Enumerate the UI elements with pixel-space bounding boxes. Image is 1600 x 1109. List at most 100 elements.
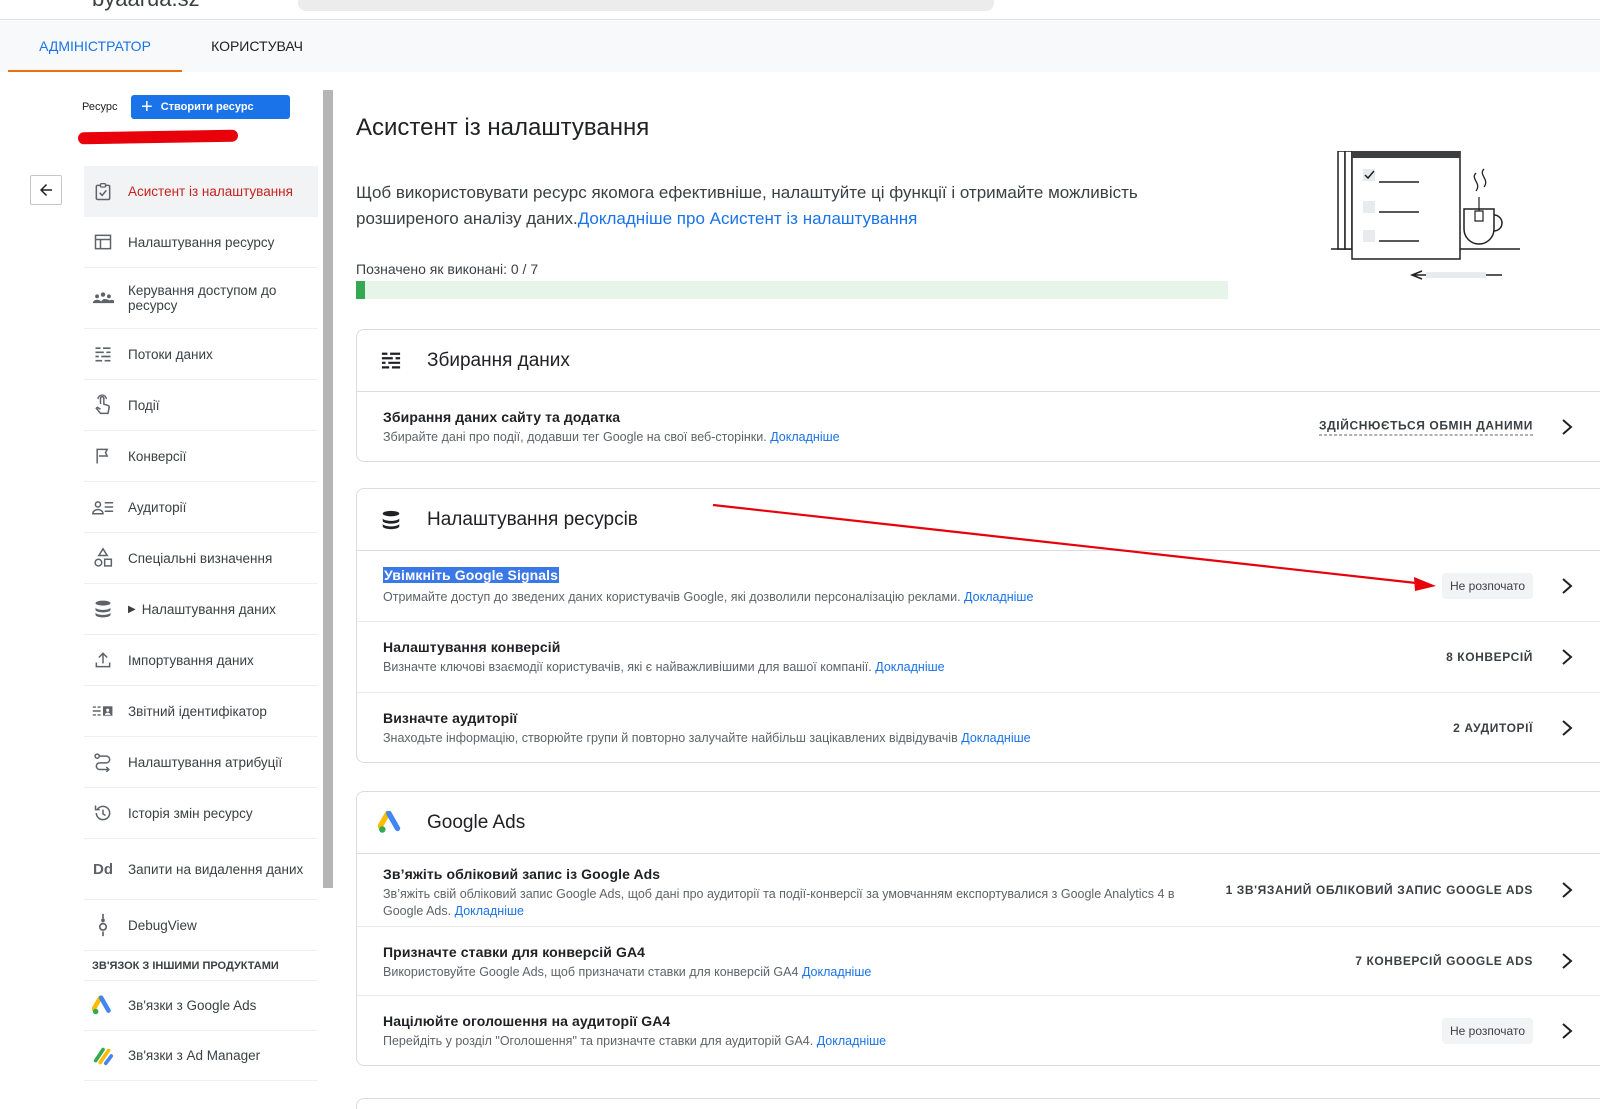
card-title: Google Ads bbox=[427, 811, 526, 833]
list-item[interactable]: Збирання даних сайту та додатка Збирайте… bbox=[357, 392, 1600, 461]
intro-text: Щоб використовувати ресурс якомога ефект… bbox=[356, 180, 1226, 232]
sidebar-item-label: Події bbox=[128, 397, 160, 413]
sidebar-item-audiences[interactable]: Аудиторії bbox=[84, 482, 318, 533]
create-resource-label: Створити ресурс bbox=[160, 101, 254, 113]
row-description-text: Перейдіть у розділ "Оголошення" та призн… bbox=[383, 1034, 814, 1048]
learn-more-link[interactable]: Докладніше bbox=[875, 660, 944, 674]
database-icon bbox=[377, 506, 405, 534]
row-description: Отримайте доступ до зведених даних корис… bbox=[383, 589, 1203, 606]
row-description-text: Збирайте дані про події, додавши тег Goo… bbox=[383, 430, 767, 444]
card-header: Збирання даних bbox=[357, 330, 1600, 392]
card-header: Налаштування ресурсів bbox=[357, 489, 1600, 551]
sidebar-item-events[interactable]: Події bbox=[84, 380, 318, 431]
sidebar-scrollbar[interactable] bbox=[323, 90, 333, 888]
sidebar-item-custom-definitions[interactable]: Спеціальні визначення bbox=[84, 533, 318, 584]
database-icon bbox=[92, 598, 114, 620]
row-description: Знаходьте інформацію, створюйте групи й … bbox=[383, 730, 1203, 747]
chevron-right-icon[interactable] bbox=[1559, 880, 1575, 900]
sidebar-item-label: Керування доступом до ресурсу bbox=[128, 283, 277, 313]
list-item[interactable]: Визначте аудиторії Знаходьте інформацію,… bbox=[357, 693, 1600, 762]
row-description-text: Визначте ключові взаємодії користувачів,… bbox=[383, 660, 872, 674]
debug-icon bbox=[92, 913, 114, 937]
sidebar-item-google-ads-links[interactable]: Зв'язки з Google Ads bbox=[84, 981, 318, 1031]
sidebar-item-label: Зв'язки з Ad Manager bbox=[128, 1048, 261, 1063]
chevron-right-icon[interactable] bbox=[1559, 417, 1575, 437]
row-description-text: Отримайте доступ до зведених даних корис… bbox=[383, 590, 961, 604]
sidebar-item-reporting-identity[interactable]: Звітний ідентифікатор bbox=[84, 686, 318, 737]
account-name[interactable]: byaarua.sz bbox=[92, 0, 200, 12]
sidebar-item-label: Історія змін ресурсу bbox=[128, 805, 253, 821]
tab-user[interactable]: КОРИСТУВАЧ bbox=[182, 21, 332, 72]
row-title: Зв’яжіть обліковий запис із Google Ads bbox=[383, 866, 661, 882]
chevron-right-icon[interactable] bbox=[1559, 1021, 1575, 1041]
sidebar-item-setup-assistant[interactable]: Асистент із налаштування bbox=[84, 166, 318, 217]
list-item[interactable]: Увімкніть Google Signals Отримайте досту… bbox=[357, 551, 1600, 622]
card-resource-settings: Налаштування ресурсів Увімкніть Google S… bbox=[356, 488, 1600, 763]
sidebar-item-access-management[interactable]: Керування доступом до ресурсу bbox=[84, 268, 318, 329]
learn-more-link[interactable]: Докладніше bbox=[964, 590, 1033, 604]
tab-admin[interactable]: АДМІНІСТРАТОР bbox=[8, 21, 182, 72]
sidebar-item-ad-manager-links[interactable]: Зв'язки з Ad Manager bbox=[84, 1031, 318, 1081]
sidebar-item-data-settings[interactable]: ▶ Налаштування даних bbox=[84, 584, 318, 635]
card-title: Налаштування ресурсів bbox=[427, 508, 638, 530]
upload-icon bbox=[92, 649, 114, 671]
card-google-ads: Google Ads Зв’яжіть обліковий запис із G… bbox=[356, 791, 1600, 1066]
search-bar[interactable] bbox=[298, 0, 994, 11]
learn-more-link[interactable]: Докладніше bbox=[817, 1034, 886, 1048]
sidebar-item-debugview[interactable]: DebugView bbox=[84, 900, 318, 951]
caret-right-icon: ▶ bbox=[128, 603, 136, 615]
list-item[interactable]: Зв’яжіть обліковий запис із Google Ads З… bbox=[357, 854, 1600, 927]
row-title: Увімкніть Google Signals bbox=[383, 567, 560, 583]
sidebar-item-change-history[interactable]: Історія змін ресурсу bbox=[84, 788, 318, 839]
ad-manager-icon bbox=[92, 1045, 114, 1067]
list-item[interactable]: Націлюйте оголошення на аудиторії GA4 Пе… bbox=[357, 996, 1600, 1065]
progress-label: Позначено як виконані: 0 / 7 bbox=[356, 261, 539, 277]
tab-bar: АДМІНІСТРАТОР КОРИСТУВАЧ bbox=[0, 21, 1600, 72]
chevron-right-icon[interactable] bbox=[1559, 951, 1575, 971]
status-badge: Не розпочато bbox=[1442, 1017, 1533, 1044]
sidebar-item-label: Звітний ідентифікатор bbox=[128, 703, 267, 719]
page-title: Асистент із налаштування bbox=[356, 114, 650, 141]
status-badge: 1 ЗВ'ЯЗАНИЙ ОБЛІКОВИЙ ЗАПИС GOOGLE ADS bbox=[1225, 883, 1533, 897]
sidebar-item-label: Налаштування атрибуції bbox=[128, 754, 283, 770]
resource-label: Ресурс bbox=[82, 101, 118, 113]
row-description-text: Використовуйте Google Ads, щоб призначат… bbox=[383, 965, 799, 979]
sidebar-item-label: Конверсії bbox=[128, 448, 187, 464]
row-title: Націлюйте оголошення на аудиторії GA4 bbox=[383, 1013, 671, 1029]
learn-more-link[interactable]: Докладніше bbox=[770, 430, 839, 444]
intro-learn-more-link[interactable]: Докладніше про Асистент із налаштування bbox=[578, 209, 918, 228]
back-button[interactable] bbox=[30, 175, 62, 205]
list-item[interactable]: Налаштування конверсій Визначте ключові … bbox=[357, 622, 1600, 693]
chevron-right-icon[interactable] bbox=[1559, 718, 1575, 738]
row-description: Перейдіть у розділ "Оголошення" та призн… bbox=[383, 1033, 1203, 1050]
row-description: Визначте ключові взаємодії користувачів,… bbox=[383, 659, 1203, 676]
sidebar-item-resource-settings[interactable]: Налаштування ресурсу bbox=[84, 217, 318, 268]
streams-icon bbox=[377, 347, 405, 375]
row-title: Визначте аудиторії bbox=[383, 710, 518, 726]
sidebar-item-label: Запити на видалення даних bbox=[128, 861, 304, 877]
sidebar-item-attribution-settings[interactable]: Налаштування атрибуції bbox=[84, 737, 318, 788]
row-description-text: Знаходьте інформацію, створюйте групи й … bbox=[383, 731, 958, 745]
status-badge[interactable]: ЗДІЙСНЮЄТЬСЯ ОБМІН ДАНИМИ bbox=[1319, 418, 1533, 435]
create-resource-button[interactable]: + Створити ресурс bbox=[131, 95, 290, 119]
row-description: Збирайте дані про події, додавши тег Goo… bbox=[383, 429, 1203, 446]
chevron-right-icon[interactable] bbox=[1559, 647, 1575, 667]
chevron-right-icon[interactable] bbox=[1559, 576, 1575, 596]
sidebar-item-data-streams[interactable]: Потоки даних bbox=[84, 329, 318, 380]
streams-icon bbox=[92, 343, 114, 365]
sidebar-item-label: Налаштування ресурсу bbox=[128, 234, 275, 250]
history-icon bbox=[92, 802, 114, 824]
learn-more-link[interactable]: Докладніше bbox=[961, 731, 1030, 745]
learn-more-link[interactable]: Докладніше bbox=[802, 965, 871, 979]
sidebar-item-data-deletion[interactable]: Dd Запити на видалення даних bbox=[84, 839, 318, 900]
sidebar-item-data-import[interactable]: Імпортування даних bbox=[84, 635, 318, 686]
row-description: Зв’яжіть свій обліковий запис Google Ads… bbox=[383, 886, 1203, 920]
checklist-icon bbox=[92, 181, 114, 203]
status-badge: Не розпочато bbox=[1442, 573, 1533, 599]
section-heading-product-links: ЗВ'ЯЗОК З ІНШИМИ ПРОДУКТАМИ bbox=[84, 951, 318, 981]
sidebar-item-label: DebugView bbox=[128, 917, 197, 933]
list-item[interactable]: Призначте ставки для конверсій GA4 Викор… bbox=[357, 927, 1600, 996]
sidebar-item-conversions[interactable]: Конверсії bbox=[84, 431, 318, 482]
learn-more-link[interactable]: Докладніше bbox=[455, 904, 524, 918]
next-card-edge bbox=[356, 1098, 1600, 1109]
